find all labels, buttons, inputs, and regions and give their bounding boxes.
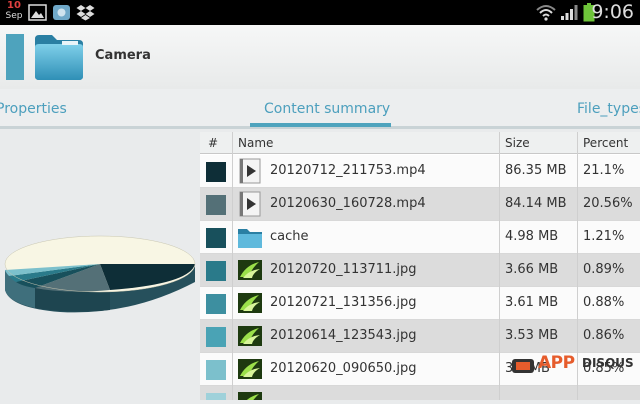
- header-percent[interactable]: Percent: [583, 136, 628, 150]
- video-icon: [239, 158, 261, 184]
- action-bar: Camera: [0, 25, 640, 89]
- table-row[interactable]: 20120720_113711.jpg 3.66 MB 0.89%: [200, 254, 640, 287]
- file-name: cache: [270, 229, 309, 244]
- tab-selected-indicator: [250, 123, 391, 127]
- file-size: 3.53 MB: [505, 328, 559, 343]
- header-size[interactable]: Size: [505, 136, 530, 150]
- logo-icon: [512, 359, 534, 373]
- color-swatch: [206, 360, 226, 380]
- file-name: 20120721_131356.jpg: [270, 295, 417, 310]
- image-icon: [238, 326, 262, 346]
- header-name[interactable]: Name: [238, 136, 273, 150]
- color-swatch: [206, 393, 226, 400]
- image-icon: [238, 392, 262, 400]
- table-row[interactable]: cache 4.98 MB 1.21%: [200, 221, 640, 254]
- watermark-logo: APP DISQUS: [510, 352, 635, 378]
- tab-bar: Properties Content summary File_types: [0, 89, 640, 129]
- column-divider: [232, 132, 233, 400]
- file-size: 3.66 MB: [505, 262, 559, 277]
- color-swatch: [206, 162, 226, 182]
- tab-properties[interactable]: Properties: [0, 101, 67, 117]
- video-icon: [239, 191, 261, 217]
- calendar-icon: 10 Sep: [3, 0, 25, 22]
- app-icon: [53, 5, 70, 20]
- signal-icon: [561, 5, 578, 20]
- color-swatch: [206, 228, 226, 248]
- table-row[interactable]: 20120721_131356.jpg 3.61 MB 0.88%: [200, 287, 640, 320]
- file-size: 86.35 MB: [505, 163, 567, 178]
- watermark-text-2: DISQUS: [582, 356, 634, 370]
- tab-file-types[interactable]: File_types: [577, 101, 640, 117]
- table-row[interactable]: [200, 386, 640, 400]
- wifi-icon: [536, 5, 556, 21]
- image-icon: [238, 260, 262, 280]
- file-percent: 21.1%: [583, 163, 625, 178]
- file-name: 20120620_090650.jpg: [270, 361, 417, 376]
- file-name: 20120630_160728.mp4: [270, 196, 426, 211]
- image-icon: [238, 359, 262, 379]
- dropbox-icon: [76, 5, 95, 21]
- column-divider: [499, 132, 500, 400]
- pie-chart[interactable]: [0, 132, 200, 400]
- tab-content-summary[interactable]: Content summary: [264, 101, 390, 117]
- status-bar: 10 Sep 9:06: [0, 0, 640, 25]
- color-swatch: [206, 327, 226, 347]
- file-name: 20120720_113711.jpg: [270, 262, 417, 277]
- file-percent: 1.21%: [583, 229, 625, 244]
- status-day: 10: [7, 0, 21, 11]
- folder-icon[interactable]: [32, 31, 86, 83]
- file-percent: 0.86%: [583, 328, 625, 343]
- color-swatch: [206, 294, 226, 314]
- file-name: 20120712_211753.mp4: [270, 163, 426, 178]
- table-row[interactable]: 20120712_211753.mp4 86.35 MB 21.1%: [200, 155, 640, 188]
- picture-icon: [28, 4, 47, 21]
- file-percent: 20.56%: [583, 196, 633, 211]
- header-hash[interactable]: #: [208, 136, 218, 150]
- color-strip: [6, 34, 24, 80]
- status-time: 9:06: [591, 1, 634, 23]
- file-size: 4.98 MB: [505, 229, 559, 244]
- file-size: 3.61 MB: [505, 295, 559, 310]
- file-size: 84.14 MB: [505, 196, 567, 211]
- folder-title: Camera: [95, 48, 151, 63]
- chart-pane: [0, 132, 200, 400]
- color-swatch: [206, 261, 226, 281]
- file-name: 20120614_123543.jpg: [270, 328, 417, 343]
- file-percent: 0.88%: [583, 295, 625, 310]
- folder-icon: [238, 229, 262, 248]
- file-percent: 0.89%: [583, 262, 625, 277]
- table-row[interactable]: 20120630_160728.mp4 84.14 MB 20.56%: [200, 188, 640, 221]
- watermark-text: APP: [538, 353, 575, 373]
- status-month: Sep: [5, 11, 23, 21]
- table-row[interactable]: 20120614_123543.jpg 3.53 MB 0.86%: [200, 320, 640, 353]
- color-swatch: [206, 195, 226, 215]
- image-icon: [238, 293, 262, 313]
- table-header: # Name Size Percent: [200, 132, 640, 154]
